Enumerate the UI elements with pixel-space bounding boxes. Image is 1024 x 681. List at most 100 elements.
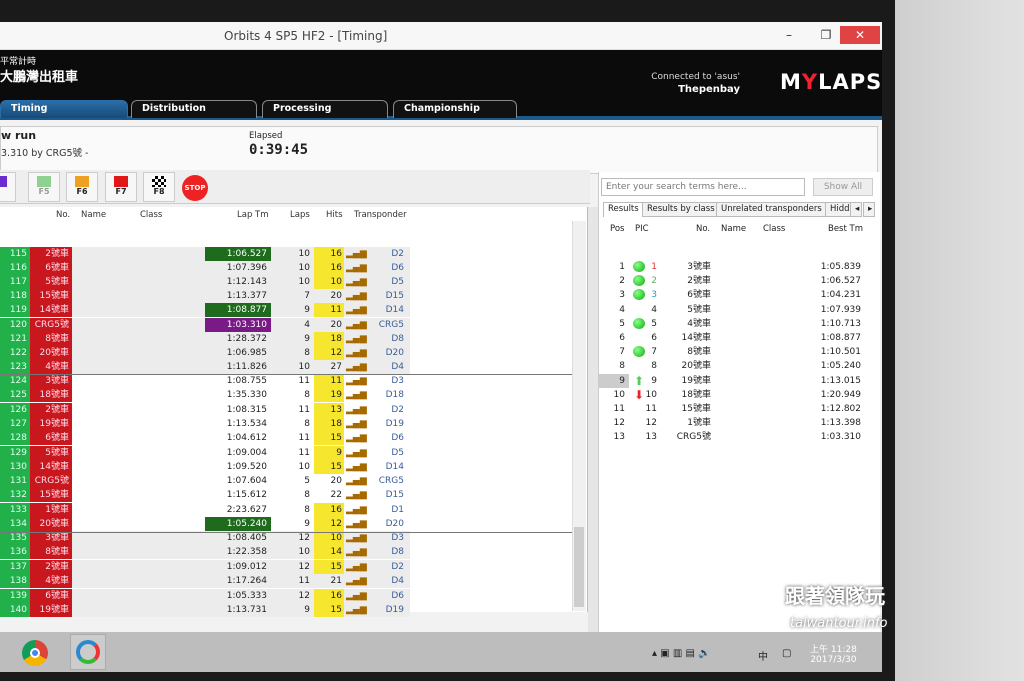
f5-green-flag-button[interactable]: F5: [28, 172, 60, 202]
result-row[interactable]: 4 4 5號車 1:07.939: [599, 303, 879, 317]
transponder: D15: [385, 490, 404, 501]
col-name[interactable]: Name: [81, 210, 106, 220]
car-number: 2號車: [30, 247, 72, 261]
pane-splitter[interactable]: [588, 207, 598, 647]
signal-icon: ▂▄▆: [346, 519, 367, 529]
col-no[interactable]: No.: [56, 210, 70, 220]
position: 8: [619, 361, 625, 372]
result-row[interactable]: 8 8 20號車 1:05.240: [599, 359, 879, 373]
passing-id: 140: [0, 603, 30, 617]
tab-processing[interactable]: Processing: [262, 100, 388, 118]
table-row[interactable]: 129 5號車 1:09.004 11 9 ▂▄▆ D5: [0, 445, 410, 460]
table-row[interactable]: 119 14號車 1:08.877 9 11 ▂▄▆ D14: [0, 303, 410, 318]
col-pos[interactable]: Pos: [610, 224, 624, 234]
table-row[interactable]: 137 2號車 1:09.012 12 15 ▂▄▆ D2: [0, 559, 410, 574]
laps: 9: [304, 305, 310, 316]
table-row[interactable]: 115 2號車 1:06.527 10 16 ▂▄▆ D2: [0, 247, 410, 261]
result-row[interactable]: 5 5 4號車 1:10.713: [599, 317, 879, 331]
col-best-tm[interactable]: Best Tm: [828, 224, 863, 234]
chrome-icon[interactable]: [22, 640, 48, 666]
table-row[interactable]: 120 CRG5號 1:03.310 4 20 ▂▄▆ CRG5: [0, 317, 410, 332]
tab-scroll-right-icon[interactable]: ▸: [863, 202, 875, 217]
transponder: D15: [385, 291, 404, 302]
scrollbar-thumb[interactable]: [574, 527, 584, 607]
table-row[interactable]: 136 8號車 1:22.358 10 14 ▂▄▆ D8: [0, 545, 410, 560]
result-row[interactable]: 6 6 14號車 1:08.877: [599, 331, 879, 345]
table-row[interactable]: 139 6號車 1:05.333 12 16 ▂▄▆ D6: [0, 588, 410, 603]
result-row[interactable]: 2 2 2號車 1:06.527: [599, 274, 879, 288]
search-input[interactable]: Enter your search terms here...: [601, 178, 805, 196]
table-row[interactable]: 132 15號車 1:15.612 8 22 ▂▄▆ D15: [0, 488, 410, 503]
table-row[interactable]: 134 20號車 1:05.240 9 12 ▂▄▆ D20: [0, 517, 410, 531]
notification-icon[interactable]: ▢: [782, 648, 791, 659]
f7-red-flag-button[interactable]: F7: [105, 172, 137, 202]
result-row[interactable]: 11 11 15號車 1:12.802: [599, 402, 879, 416]
table-row[interactable]: 118 15號車 1:13.377 7 20 ▂▄▆ D15: [0, 289, 410, 304]
hits: 18: [314, 331, 344, 346]
col-transponder[interactable]: Transponder: [354, 210, 407, 220]
tab-unrelated-transponders[interactable]: Unrelated transponders: [716, 202, 827, 217]
car-number: 5號車: [30, 445, 72, 460]
passing-id: 133: [0, 502, 30, 517]
transponder: D2: [391, 561, 404, 572]
close-button[interactable]: ✕: [840, 26, 880, 44]
col-lap-tm[interactable]: Lap Tm: [237, 210, 269, 220]
ime-indicator[interactable]: 中: [758, 648, 768, 663]
tray-icons[interactable]: ▴ ▣ ▥ ▤ 🔊: [652, 648, 711, 659]
purple-flag-button[interactable]: [0, 172, 16, 202]
col-class[interactable]: Class: [763, 224, 785, 234]
tab-timing[interactable]: Timing: [0, 100, 128, 118]
best-time: 1:05.839: [820, 262, 861, 272]
table-row[interactable]: 127 19號車 1:13.534 8 18 ▂▄▆ D19: [0, 416, 410, 431]
passing-id: 121: [0, 331, 30, 346]
col-name[interactable]: Name: [721, 224, 746, 234]
show-all-button[interactable]: Show All: [813, 178, 873, 196]
table-row[interactable]: 121 8號車 1:28.372 9 18 ▂▄▆ D8: [0, 331, 410, 346]
orbits-app-icon[interactable]: [70, 634, 106, 670]
result-row[interactable]: 10 ⬇ 10 18號車 1:20.949: [599, 388, 879, 402]
table-row[interactable]: 135 3號車 1:08.405 12 10 ▂▄▆ D3: [0, 531, 410, 545]
table-row[interactable]: 117 5號車 1:12.143 10 10 ▂▄▆ D5: [0, 275, 410, 290]
tab-results[interactable]: Results: [603, 202, 644, 217]
table-row[interactable]: 123 4號車 1:11.826 10 27 ▂▄▆ D4: [0, 359, 410, 374]
col-pic[interactable]: PIC: [635, 224, 649, 234]
result-row[interactable]: 1 1 3號車 1:05.839: [599, 260, 879, 274]
table-row[interactable]: 126 2號車 1:08.315 11 13 ▂▄▆ D2: [0, 402, 410, 417]
car-number: CRG5號: [30, 317, 72, 332]
table-row[interactable]: 138 4號車 1:17.264 11 21 ▂▄▆ D4: [0, 574, 410, 589]
result-row[interactable]: 3 3 6號車 1:04.231: [599, 288, 879, 302]
table-row[interactable]: 116 6號車 1:07.396 10 16 ▂▄▆ D6: [0, 261, 410, 276]
f6-yellow-flag-button[interactable]: F6: [66, 172, 98, 202]
table-row[interactable]: 140 19號車 1:13.731 9 15 ▂▄▆ D19: [0, 603, 410, 617]
f8-checkered-flag-button[interactable]: F8: [143, 172, 175, 202]
pic: 4: [651, 304, 657, 315]
col-laps[interactable]: Laps: [290, 210, 310, 220]
table-row[interactable]: 128 6號車 1:04.612 11 15 ▂▄▆ D6: [0, 431, 410, 446]
stop-button[interactable]: STOP: [182, 175, 208, 201]
col-no[interactable]: No.: [696, 224, 710, 234]
background-wall: [895, 0, 1024, 681]
table-row[interactable]: 130 14號車 1:09.520 10 15 ▂▄▆ D14: [0, 459, 410, 474]
minimize-button[interactable]: –: [775, 26, 803, 44]
table-row[interactable]: 131 CRG5號 1:07.604 5 20 ▂▄▆ CRG5: [0, 474, 410, 489]
tab-championship[interactable]: Championship: [393, 100, 517, 118]
transponder: D6: [391, 590, 404, 601]
result-row[interactable]: 13 13 CRG5號 1:03.310: [599, 430, 879, 444]
col-class[interactable]: Class: [140, 210, 162, 220]
table-row[interactable]: 133 1號車 2:23.627 8 16 ▂▄▆ D1: [0, 502, 410, 517]
table-row[interactable]: 122 20號車 1:06.985 8 12 ▂▄▆ D20: [0, 345, 410, 360]
tab-distribution[interactable]: Distribution: [131, 100, 257, 118]
col-hits[interactable]: Hits: [326, 210, 343, 220]
table-row[interactable]: 124 3號車 1:08.755 11 11 ▂▄▆ D3: [0, 374, 410, 388]
tab-results-by-class[interactable]: Results by class: [642, 202, 720, 217]
position: 3: [619, 290, 625, 301]
result-row[interactable]: 9 ⬆ 9 19號車 1:13.015: [599, 373, 879, 388]
result-row[interactable]: 7 7 8號車 1:10.501: [599, 345, 879, 359]
table-row[interactable]: 125 18號車 1:35.330 8 19 ▂▄▆ D18: [0, 388, 410, 403]
mylaps-logo: MYLAPS: [780, 70, 882, 94]
tab-scroll-left-icon[interactable]: ◂: [850, 202, 862, 217]
lap-time: 1:12.143: [226, 277, 267, 288]
restore-button[interactable]: ❐: [812, 26, 840, 44]
clock[interactable]: 上午 11:28 2017/3/30: [810, 642, 857, 665]
result-row[interactable]: 12 12 1號車 1:13.398: [599, 416, 879, 430]
